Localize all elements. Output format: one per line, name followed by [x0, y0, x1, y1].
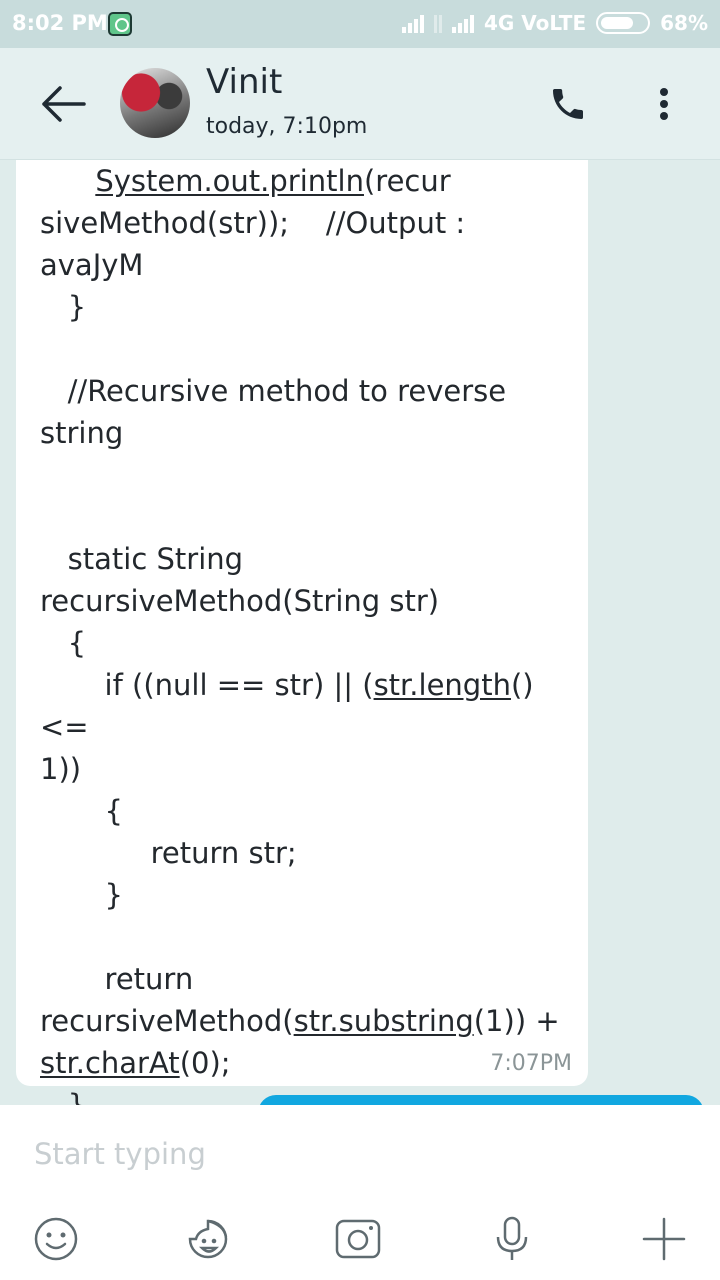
message-text: System.out.println(recur siveMethod(str)…: [40, 160, 570, 1168]
message-line-13a: return recursiveMethod(: [40, 962, 294, 1038]
message-input[interactable]: [34, 1131, 594, 1177]
status-time: 8:02 PM: [12, 11, 108, 35]
message-line-4: //Recursive method to reverse string: [40, 374, 507, 450]
battery-icon: [596, 12, 651, 34]
more-vertical-icon[interactable]: [652, 84, 676, 124]
data-arrows-icon: [433, 13, 442, 33]
network-label: 4G VoLTE: [483, 11, 587, 35]
message-line-10: return str;: [40, 836, 297, 870]
message-line-13b: (1)) +: [473, 1004, 560, 1038]
camera-icon[interactable]: [334, 1215, 382, 1263]
plus-icon[interactable]: [640, 1215, 688, 1263]
compose-bar: [0, 1105, 720, 1280]
code-token: System.out.println: [95, 164, 364, 198]
received-message-bubble[interactable]: System.out.println(recur siveMethod(str)…: [16, 160, 588, 1164]
sticker-face-icon[interactable]: [184, 1215, 232, 1263]
arrow-left-icon[interactable]: [40, 84, 86, 124]
code-token: str.charAt: [40, 1046, 180, 1080]
message-line-2: }: [40, 290, 87, 324]
signal-icon: [401, 13, 424, 33]
whatsapp-notification-icon: [108, 12, 132, 36]
smiley-icon[interactable]: [32, 1215, 80, 1263]
status-bar: 8:02 PM 4G VoLTE 68%: [0, 0, 720, 48]
chat-header: [0, 48, 720, 160]
message-line-9: {: [40, 794, 123, 828]
last-seen: today, 7:10pm: [206, 114, 368, 139]
message-line-13c: (0);: [179, 1046, 231, 1080]
microphone-icon[interactable]: [488, 1215, 536, 1263]
code-token: str.substring: [293, 1004, 474, 1038]
message-line-7: {: [40, 626, 87, 660]
status-right: 4G VoLTE 68%: [401, 11, 708, 35]
signal-icon-2: [451, 13, 474, 33]
avatar[interactable]: [120, 68, 190, 138]
phone-icon[interactable]: [548, 84, 588, 124]
message-timestamp: 7:07PM: [490, 1051, 572, 1076]
message-line-11: }: [40, 878, 123, 912]
message-line-1a: [40, 164, 95, 198]
message-line-6: static String recursiveMethod(String str…: [40, 542, 440, 618]
battery-percent: 68%: [660, 11, 708, 35]
code-token: str.length: [373, 668, 511, 702]
message-line-8a: if ((null == str) || (: [40, 668, 374, 702]
contact-name[interactable]: Vinit: [206, 62, 282, 102]
